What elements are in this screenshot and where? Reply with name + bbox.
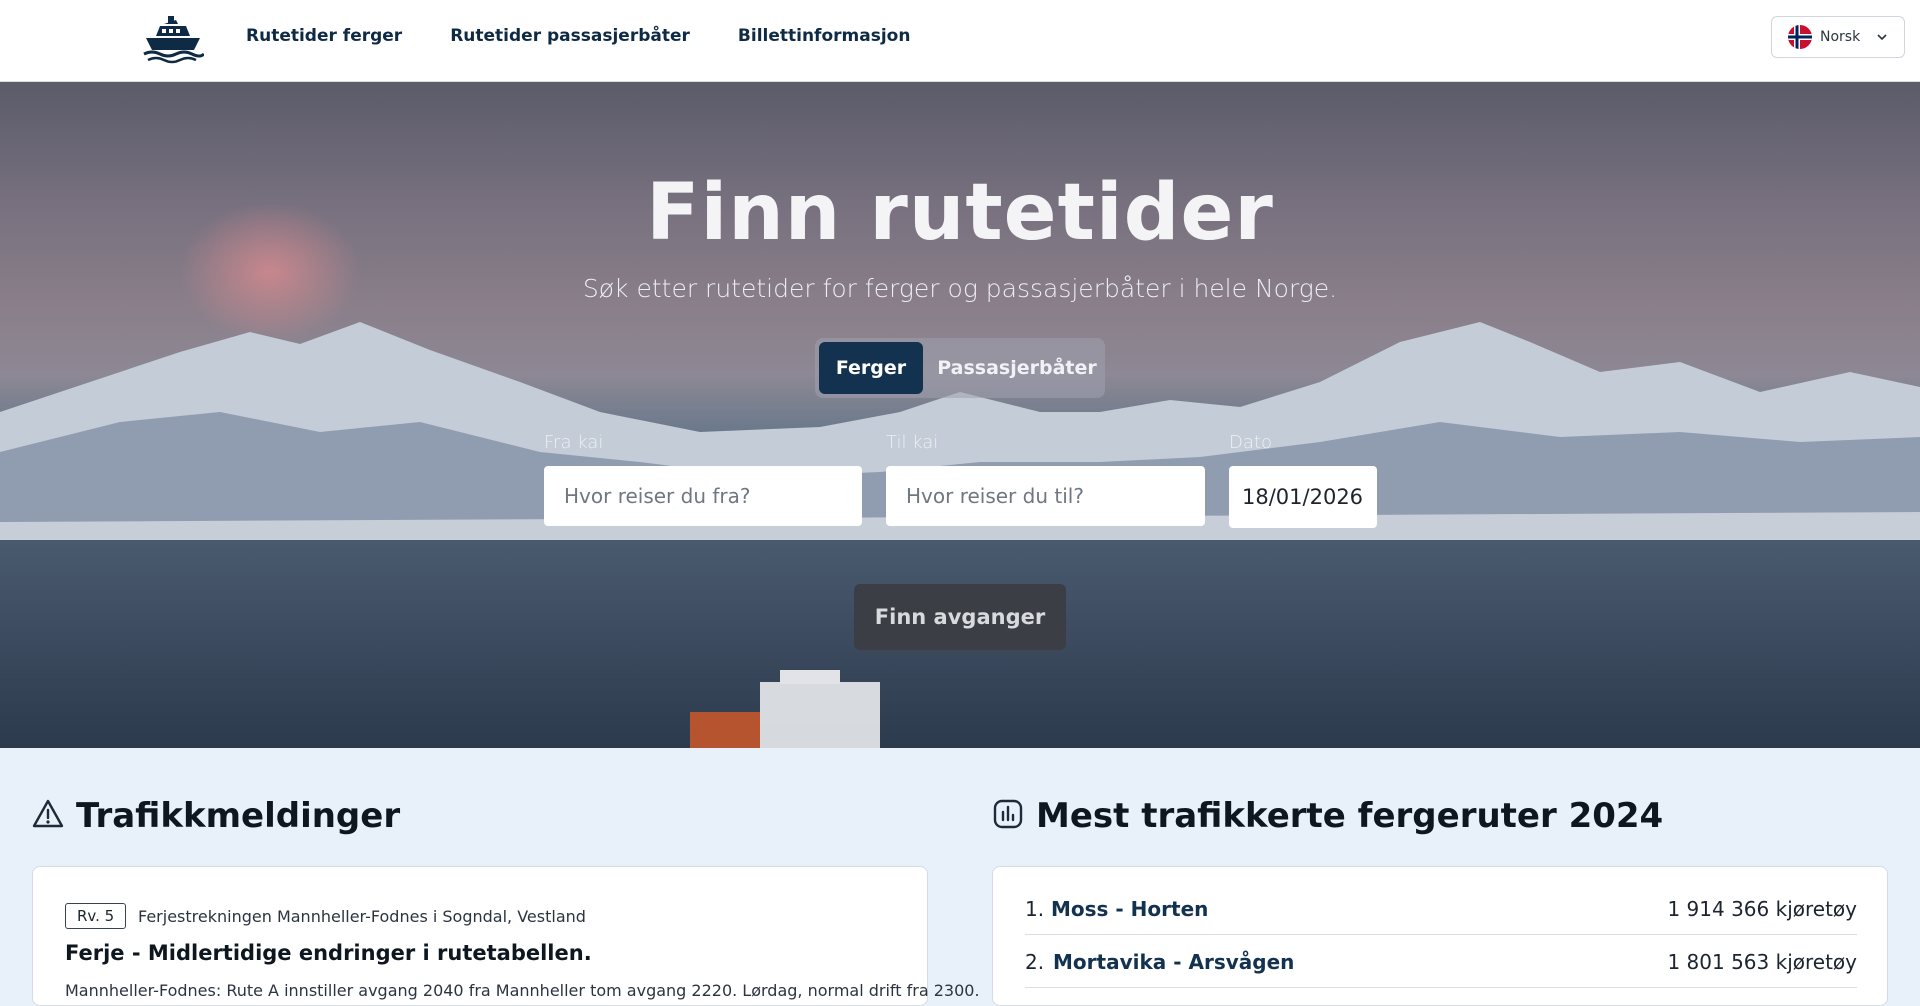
page-title: Finn rutetider [646,168,1274,258]
norway-flag-icon [1788,25,1812,49]
chart-icon [993,799,1023,829]
route-row[interactable]: 2. Mortavika - Arsvågen 1 801 563 kjøret… [1025,936,1857,988]
find-departures-button[interactable]: Finn avganger [854,584,1066,650]
site-header: Rutetider ferger Rutetider passasjerbåte… [0,0,1920,82]
route-row[interactable]: 1. Moss - Horten 1 914 366 kjøretøy [1025,883,1857,935]
date-label: Dato [1229,432,1272,453]
language-selector[interactable]: Norsk [1771,16,1905,58]
tab-passasjerbater[interactable]: Passasjerbåter [933,342,1101,394]
main-nav: Rutetider ferger Rutetider passasjerbåte… [246,26,910,46]
top-routes-card: 1. Moss - Horten 1 914 366 kjøretøy 2. M… [992,866,1888,1006]
page-subtitle: Søk etter rutetider for ferger og passas… [582,274,1338,303]
to-input[interactable] [886,466,1205,526]
top-routes-section-title: Mest trafikkerte fergeruter 2024 [1036,796,1664,836]
route-count: 1 801 563 kjøretøy [1667,950,1857,974]
from-label: Fra kai [544,432,604,453]
road-tag: Rv. 5 [65,903,127,929]
transport-type-toggle: Ferger Passasjerbåter [815,338,1105,398]
traffic-card[interactable]: Rv. 5 Ferjestrekningen Mannheller-Fodnes… [32,866,980,1006]
traffic-section-title: Trafikkmeldinger [76,796,401,836]
warning-icon [32,799,64,828]
route-rank: 1. [1025,897,1045,921]
traffic-body: Mannheller-Fodnes: Rute A innstiller avg… [65,981,980,1000]
from-input[interactable] [544,466,862,526]
chevron-down-icon [1877,34,1887,41]
route-name[interactable]: Moss - Horten [1051,897,1208,921]
nav-billettinformasjon[interactable]: Billettinformasjon [738,26,911,46]
ferry-logo-icon[interactable] [142,14,204,64]
language-label: Norsk [1820,29,1861,45]
nav-rutetider-passasjerbater[interactable]: Rutetider passasjerbåter [450,26,690,46]
tab-ferger[interactable]: Ferger [819,342,923,394]
date-input[interactable]: 18/01/2026 [1229,466,1377,528]
hero-content: Finn rutetider Søk etter rutetider for f… [0,82,1920,748]
route-rank: 2. [1025,950,1045,974]
route-count: 1 914 366 kjøretøy [1667,897,1857,921]
traffic-title: Ferje - Midlertidige endringer i rutetab… [65,941,592,965]
traffic-location: Ferjestrekningen Mannheller-Fodnes i Sog… [138,907,586,926]
hero-section: Finn rutetider Søk etter rutetider for f… [0,82,1920,748]
nav-rutetider-ferger[interactable]: Rutetider ferger [246,26,402,46]
to-label: Til kai [886,432,939,453]
route-name[interactable]: Mortavika - Arsvågen [1053,950,1294,974]
